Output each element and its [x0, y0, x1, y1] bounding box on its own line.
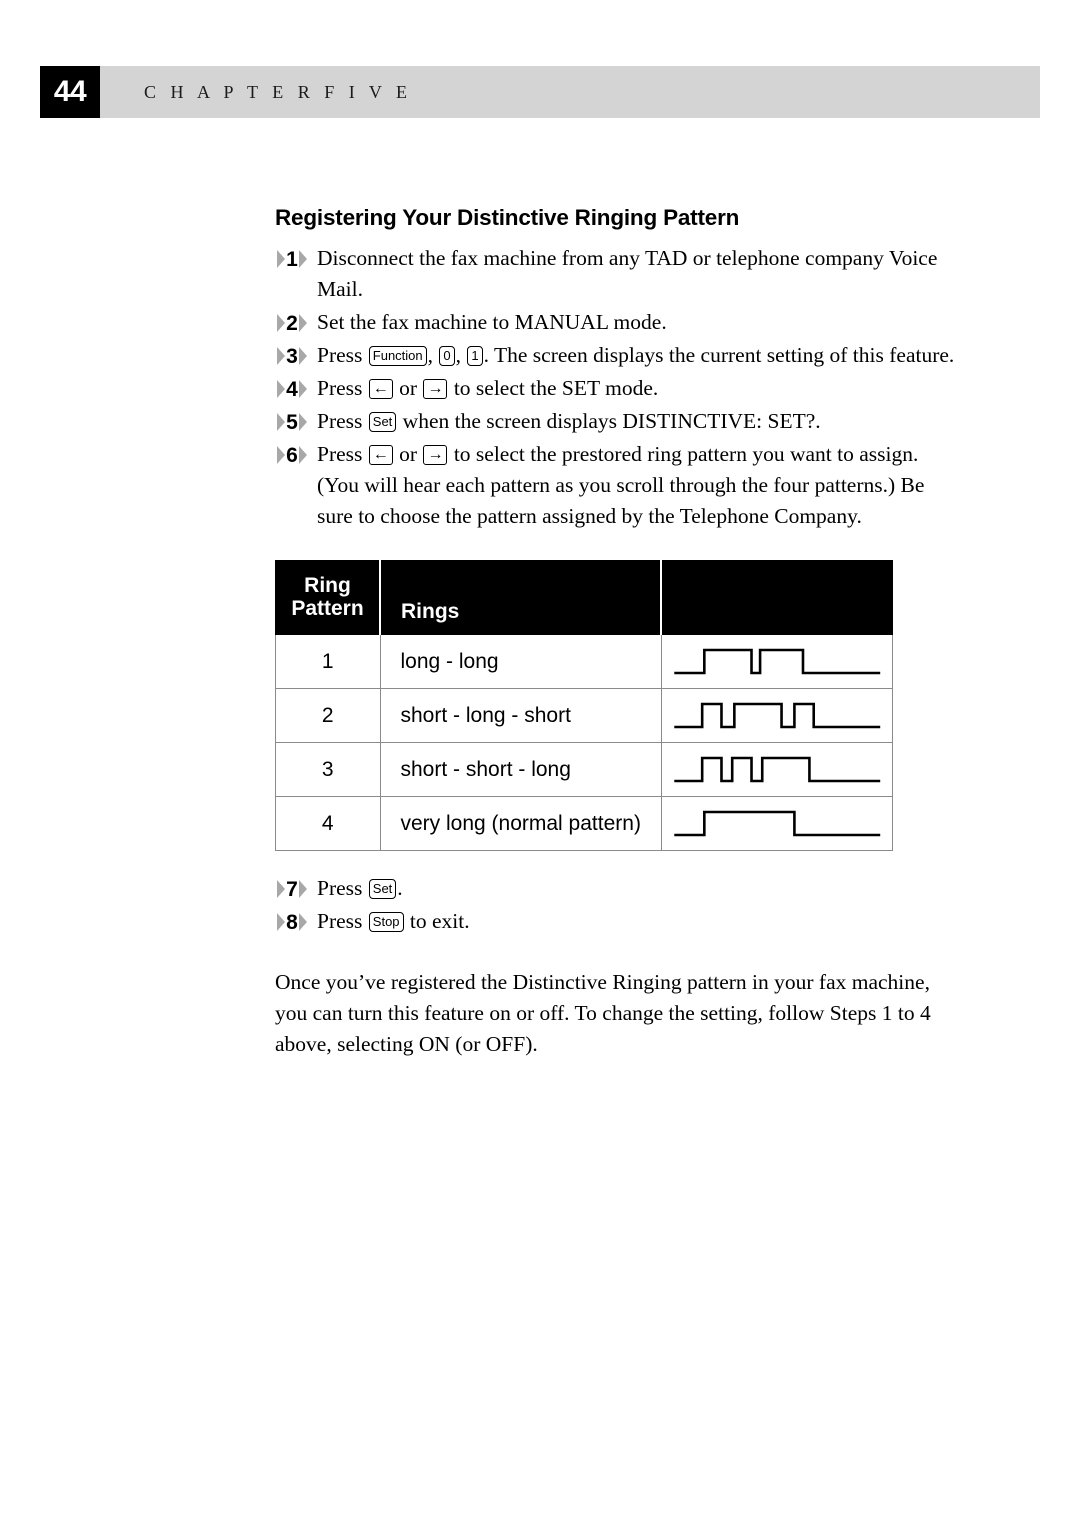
chapter-bar: C H A P T E R F I V E: [100, 66, 1040, 118]
step-marker-right-wing-icon: [298, 314, 307, 332]
keycap-left-arrow-icon: ←: [368, 445, 393, 465]
step-text: Press Stop to exit.: [317, 909, 470, 933]
step-marker-left-wing-icon: [277, 380, 286, 398]
step-marker-right-wing-icon: [298, 913, 307, 931]
step-marker-left-wing-icon: [277, 347, 286, 365]
ring-table-body: 1 long - long 2 short - long - short 3 short …: [275, 634, 893, 851]
cell-waveform-short-long-short: [660, 688, 893, 743]
step-item: 1 Disconnect the fax machine from any TAD…: [275, 243, 955, 305]
step-marker-right-wing-icon: [298, 446, 307, 464]
step-marker-left-wing-icon: [277, 880, 286, 898]
step-text: Press Set.: [317, 876, 403, 900]
step-number: 1: [286, 247, 298, 271]
step-text: Press Function, 0, 1. The screen display…: [317, 343, 955, 367]
table-row: 2 short - long - short: [275, 688, 893, 743]
step-marker-left-wing-icon: [277, 314, 286, 332]
ring-pattern-table: Ring Pattern Rings 1 long - long 2 short - …: [275, 560, 893, 851]
step-marker-left-wing-icon: [277, 413, 286, 431]
page-number: 44: [40, 66, 100, 118]
ring-table-head: Ring Pattern Rings: [275, 560, 893, 635]
keycap-stop: Stop: [368, 912, 404, 932]
table-row: 1 long - long: [275, 634, 893, 689]
step-text: Set the fax machine to MANUAL mode.: [317, 310, 667, 334]
step-item: 8 Press Stop to exit.: [275, 906, 955, 937]
keycap-left-arrow-icon: ←: [368, 379, 393, 399]
numbered-steps-list: 1 Disconnect the fax machine from any TAD…: [275, 243, 955, 532]
step-number: 7: [286, 877, 298, 901]
step-item: 4 Press ← or → to select the SET mode.: [275, 373, 955, 404]
cell-rings: short - short - long: [379, 742, 662, 797]
column-header-waveform: [660, 560, 893, 635]
step-number-marker: 8: [275, 910, 309, 934]
step-number-marker: 3: [275, 344, 309, 368]
step-item: 2 Set the fax machine to MANUAL mode.: [275, 307, 955, 338]
column-header-ring-pattern: Ring Pattern: [275, 560, 381, 635]
step-marker-right-wing-icon: [298, 880, 307, 898]
step-marker-right-wing-icon: [298, 347, 307, 365]
keycap-right-arrow-icon: →: [423, 445, 448, 465]
page-header: 44 C H A P T E R F I V E: [40, 66, 1040, 118]
step-text: Press ← or → to select the SET mode.: [317, 376, 659, 400]
step-marker-left-wing-icon: [277, 913, 286, 931]
step-marker-right-wing-icon: [298, 250, 307, 268]
keycap-set: Set: [368, 879, 397, 899]
cell-waveform-short-short-long: [660, 742, 893, 797]
closing-paragraph: Once you’ve registered the Distinctive R…: [275, 970, 931, 1056]
step-number-marker: 1: [275, 247, 309, 271]
cell-ring-pattern: 4: [275, 796, 381, 851]
step-marker-right-wing-icon: [298, 413, 307, 431]
step-marker-right-wing-icon: [298, 380, 307, 398]
page-content: Registering Your Distinctive Ringing Pat…: [275, 205, 955, 1060]
keycap-function: Function: [368, 346, 427, 366]
cell-ring-pattern: 3: [275, 742, 381, 797]
step-item: 3 Press Function, 0, 1. The screen displa…: [275, 340, 955, 371]
step-text: Press Set when the screen displays DISTI…: [317, 409, 821, 433]
step-text: Disconnect the fax machine from any TAD …: [317, 246, 938, 301]
cell-waveform-very-long: [660, 796, 893, 851]
page-title: Registering Your Distinctive Ringing Pat…: [275, 205, 740, 230]
step-number-marker: 2: [275, 311, 309, 335]
column-header-ring-pattern-line2: Pattern: [291, 596, 364, 620]
cell-waveform-long-long: [660, 634, 893, 689]
step-number-marker: 4: [275, 377, 309, 401]
keycap-right-arrow-icon: →: [423, 379, 448, 399]
step-number: 6: [286, 443, 298, 467]
step-marker-left-wing-icon: [277, 250, 286, 268]
step-number-marker: 5: [275, 410, 309, 434]
column-header-ring-pattern-line1: Ring: [304, 573, 351, 597]
step-number-marker: 7: [275, 877, 309, 901]
cell-rings: very long (normal pattern): [379, 796, 662, 851]
column-header-rings: Rings: [379, 560, 662, 635]
keycap-0: 0: [439, 346, 455, 366]
table-header-row: Ring Pattern Rings: [275, 560, 893, 635]
step-item: 6 Press ← or → to select the prestored ri…: [275, 439, 955, 532]
keycap-set: Set: [368, 412, 397, 432]
step-marker-left-wing-icon: [277, 446, 286, 464]
step-item: 5 Press Set when the screen displays DIST…: [275, 406, 955, 437]
numbered-steps-list-continued: 7 Press Set. 8 Press Stop to exit.: [275, 873, 955, 937]
cell-rings: long - long: [379, 634, 662, 689]
table-row: 4 very long (normal pattern): [275, 796, 893, 851]
step-text: Press ← or → to select the prestored rin…: [317, 442, 925, 528]
step-item: 7 Press Set.: [275, 873, 955, 904]
step-number-marker: 6: [275, 443, 309, 467]
step-number: 5: [286, 410, 298, 434]
cell-ring-pattern: 1: [275, 634, 381, 689]
step-number: 8: [286, 910, 298, 934]
step-number: 2: [286, 311, 298, 335]
step-number: 3: [286, 344, 298, 368]
chapter-label: C H A P T E R F I V E: [144, 81, 413, 102]
cell-rings: short - long - short: [379, 688, 662, 743]
step-number: 4: [286, 377, 298, 401]
cell-ring-pattern: 2: [275, 688, 381, 743]
table-row: 3 short - short - long: [275, 742, 893, 797]
keycap-1: 1: [467, 346, 483, 366]
